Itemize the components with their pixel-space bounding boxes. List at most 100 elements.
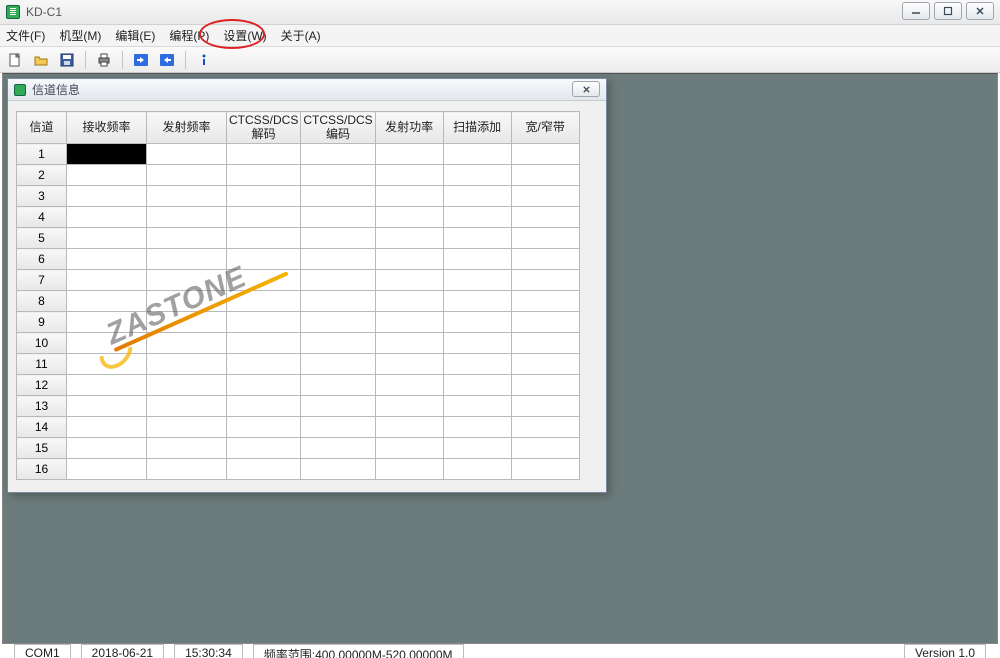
cell[interactable] [301,228,375,249]
cell[interactable] [301,354,375,375]
open-button[interactable] [30,49,52,71]
cell[interactable] [227,333,301,354]
cell[interactable] [301,333,375,354]
cell[interactable] [147,186,227,207]
close-button[interactable] [966,2,994,20]
cell[interactable] [301,291,375,312]
cell[interactable] [443,165,511,186]
cell[interactable] [227,438,301,459]
cell[interactable] [227,270,301,291]
cell[interactable] [511,375,579,396]
menu-settings[interactable]: 设置(W) [223,27,266,44]
row-header[interactable]: 2 [17,165,67,186]
cell[interactable] [301,270,375,291]
cell[interactable] [67,417,147,438]
cell[interactable] [443,375,511,396]
child-close-button[interactable] [572,81,600,97]
cell[interactable] [67,375,147,396]
cell[interactable] [511,165,579,186]
cell[interactable] [301,207,375,228]
cell[interactable] [511,228,579,249]
cell[interactable] [375,270,443,291]
cell[interactable] [67,249,147,270]
read-from-radio-button[interactable] [130,49,152,71]
channel-table[interactable]: 信道接收频率发射频率CTCSS/DCS解码CTCSS/DCS编码发射功率扫描添加… [16,111,580,480]
cell[interactable] [227,249,301,270]
cell[interactable] [375,186,443,207]
cell[interactable] [511,438,579,459]
cell[interactable] [443,312,511,333]
cell[interactable] [443,207,511,228]
cell[interactable] [147,354,227,375]
cell[interactable] [301,249,375,270]
cell[interactable] [147,228,227,249]
cell[interactable] [511,312,579,333]
cell[interactable] [147,291,227,312]
cell[interactable] [375,417,443,438]
row-header[interactable]: 3 [17,186,67,207]
cell[interactable] [443,270,511,291]
col-header[interactable]: CTCSS/DCS解码 [227,112,301,144]
cell[interactable] [147,249,227,270]
cell[interactable] [67,354,147,375]
cell[interactable] [67,144,147,165]
cell[interactable] [301,375,375,396]
cell[interactable] [375,228,443,249]
cell[interactable] [443,354,511,375]
cell[interactable] [147,207,227,228]
cell[interactable] [147,333,227,354]
cell[interactable] [67,291,147,312]
row-header[interactable]: 11 [17,354,67,375]
cell[interactable] [67,396,147,417]
menu-program[interactable]: 编程(P) [169,27,209,44]
cell[interactable] [375,459,443,480]
cell[interactable] [147,417,227,438]
menu-file[interactable]: 文件(F) [6,27,45,44]
info-button[interactable] [193,49,215,71]
menu-about[interactable]: 关于(A) [281,27,321,44]
cell[interactable] [67,333,147,354]
cell[interactable] [375,312,443,333]
cell[interactable] [67,270,147,291]
maximize-button[interactable] [934,2,962,20]
cell[interactable] [147,396,227,417]
child-window-titlebar[interactable]: 信道信息 [8,79,606,101]
cell[interactable] [443,333,511,354]
cell[interactable] [227,396,301,417]
cell[interactable] [227,144,301,165]
cell[interactable] [375,333,443,354]
print-button[interactable] [93,49,115,71]
cell[interactable] [67,312,147,333]
row-header[interactable]: 4 [17,207,67,228]
cell[interactable] [301,396,375,417]
write-to-radio-button[interactable] [156,49,178,71]
cell[interactable] [67,165,147,186]
cell[interactable] [301,186,375,207]
cell[interactable] [301,417,375,438]
cell[interactable] [67,207,147,228]
cell[interactable] [227,354,301,375]
cell[interactable] [511,186,579,207]
cell[interactable] [147,165,227,186]
cell[interactable] [227,207,301,228]
cell[interactable] [443,438,511,459]
row-header[interactable]: 9 [17,312,67,333]
cell[interactable] [147,270,227,291]
cell[interactable] [227,186,301,207]
row-header[interactable]: 15 [17,438,67,459]
cell[interactable] [375,354,443,375]
cell[interactable] [301,144,375,165]
cell[interactable] [67,459,147,480]
cell[interactable] [147,375,227,396]
cell[interactable] [511,417,579,438]
cell[interactable] [443,228,511,249]
cell[interactable] [227,375,301,396]
cell[interactable] [227,165,301,186]
cell[interactable] [375,291,443,312]
cell[interactable] [147,459,227,480]
cell[interactable] [227,312,301,333]
cell[interactable] [443,144,511,165]
cell[interactable] [227,417,301,438]
col-header[interactable]: 宽/窄带 [511,112,579,144]
cell[interactable] [147,438,227,459]
